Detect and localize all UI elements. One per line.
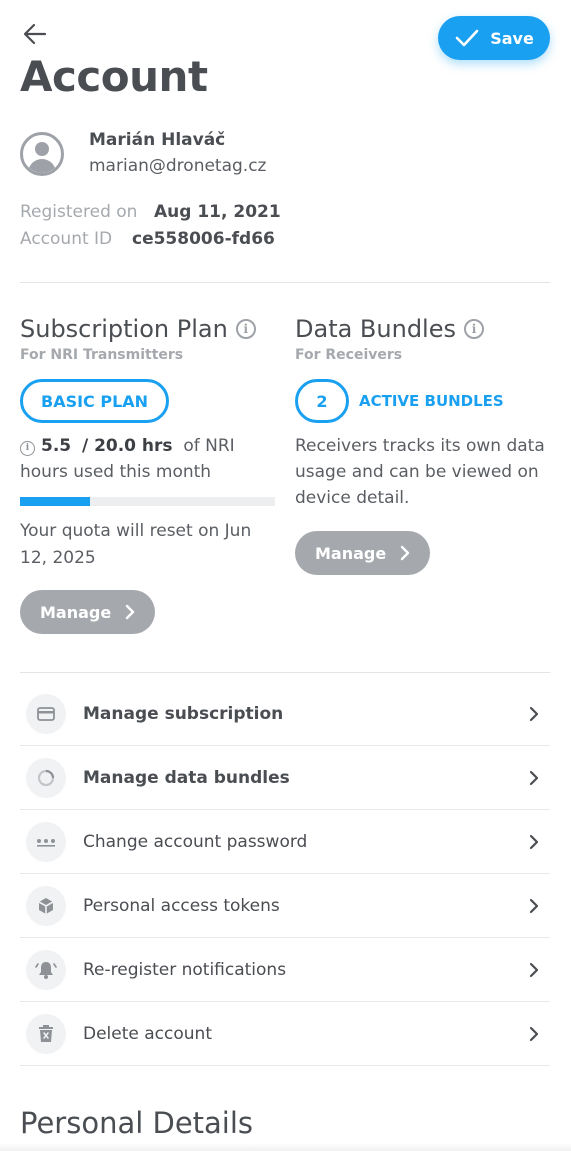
back-button[interactable]: [20, 20, 50, 48]
account-id-value: ce558006-fd66: [132, 229, 275, 249]
trash-icon: [26, 1013, 66, 1054]
account-meta: Registered on Aug 11, 2021 Account ID ce…: [20, 199, 281, 253]
menu-item-label: Delete account: [83, 1023, 212, 1044]
chevron-right-icon: [524, 770, 544, 786]
arrow-left-icon: [23, 23, 47, 45]
menu-item-label: Manage data bundles: [83, 767, 290, 788]
menu-item-label: Re-register notifications: [83, 959, 287, 980]
usage-used: 5.5: [41, 436, 72, 456]
chevron-right-icon: [524, 834, 544, 850]
bundles-subtitle: For Receivers: [295, 347, 403, 363]
user-summary: Marián Hlaváč marian@dronetag.cz: [20, 128, 266, 179]
menu-item-label: Personal access tokens: [83, 895, 280, 916]
divider: [20, 282, 550, 283]
usage-progress-fill: [20, 497, 91, 506]
usage-text: i 5.5 / 20.0 hrs of NRI hours used this m…: [20, 433, 280, 485]
password-dots-icon: [26, 821, 66, 862]
active-bundles-label: ACTIVE BUNDLES: [359, 392, 504, 410]
registered-value: Aug 11, 2021: [154, 202, 281, 222]
quota-reset-text: Your quota will reset on Jun 12, 2025: [20, 521, 252, 568]
usage-progress-bar: [20, 497, 275, 506]
cube-icon: [26, 885, 66, 926]
save-button[interactable]: Save: [438, 16, 550, 60]
subscription-plan-card: Subscription Plan i For NRI Transmitters…: [20, 312, 280, 634]
info-icon[interactable]: i: [464, 319, 484, 339]
personal-details-heading: Personal Details: [20, 1106, 254, 1140]
bundles-title: Data Bundles: [295, 315, 456, 343]
menu-item-change-password[interactable]: Change account password: [20, 810, 550, 874]
chevron-right-icon: [524, 962, 544, 978]
registered-label: Registered on: [20, 202, 138, 222]
avatar: [20, 131, 64, 176]
credit-card-icon: [26, 693, 66, 734]
menu-item-manage-subscription[interactable]: Manage subscription: [20, 682, 550, 746]
menu-item-reregister-notifications[interactable]: Re-register notifications: [20, 938, 550, 1002]
manage-bundles-button[interactable]: Manage: [295, 531, 431, 575]
info-icon[interactable]: i: [235, 319, 256, 339]
chevron-right-icon: [524, 706, 544, 722]
manage-label: Manage: [40, 602, 112, 622]
manage-label: Manage: [315, 543, 387, 563]
menu-item-access-tokens[interactable]: Personal access tokens: [20, 874, 550, 938]
bell-ring-icon: [26, 949, 66, 990]
info-icon: i: [20, 440, 35, 456]
bottom-edge: [0, 1143, 571, 1151]
save-label: Save: [490, 28, 534, 48]
chevron-right-icon: [401, 545, 410, 561]
user-email: marian@dronetag.cz: [89, 156, 267, 176]
account-actions-list: Manage subscription Manage data bundles …: [20, 682, 550, 1066]
page-title: Account: [20, 52, 208, 101]
active-bundles-count: 2: [295, 379, 349, 423]
chevron-right-icon: [524, 1026, 544, 1042]
user-name: Marián Hlaváč: [89, 130, 226, 150]
divider: [20, 672, 550, 673]
plan-badge: BASIC PLAN: [20, 379, 170, 423]
subscription-subtitle: For NRI Transmitters: [20, 347, 184, 363]
subscription-title: Subscription Plan: [20, 315, 228, 343]
account-id-label: Account ID: [20, 229, 113, 249]
chevron-right-icon: [524, 898, 544, 914]
menu-item-delete-account[interactable]: Delete account: [20, 1002, 550, 1066]
chevron-right-icon: [126, 604, 135, 620]
usage-total: / 20.0 hrs: [81, 436, 173, 456]
checkmark-icon: [454, 25, 480, 51]
menu-item-manage-data-bundles[interactable]: Manage data bundles: [20, 746, 550, 810]
data-bundles-card: Data Bundles i For Receivers 2 ACTIVE BU…: [295, 312, 555, 575]
manage-subscription-button[interactable]: Manage: [20, 590, 156, 634]
bundles-description: Receivers tracks its own data usage and …: [295, 436, 545, 508]
pie-chart-icon: [26, 757, 66, 798]
menu-item-label: Manage subscription: [83, 703, 284, 724]
menu-item-label: Change account password: [83, 831, 308, 852]
